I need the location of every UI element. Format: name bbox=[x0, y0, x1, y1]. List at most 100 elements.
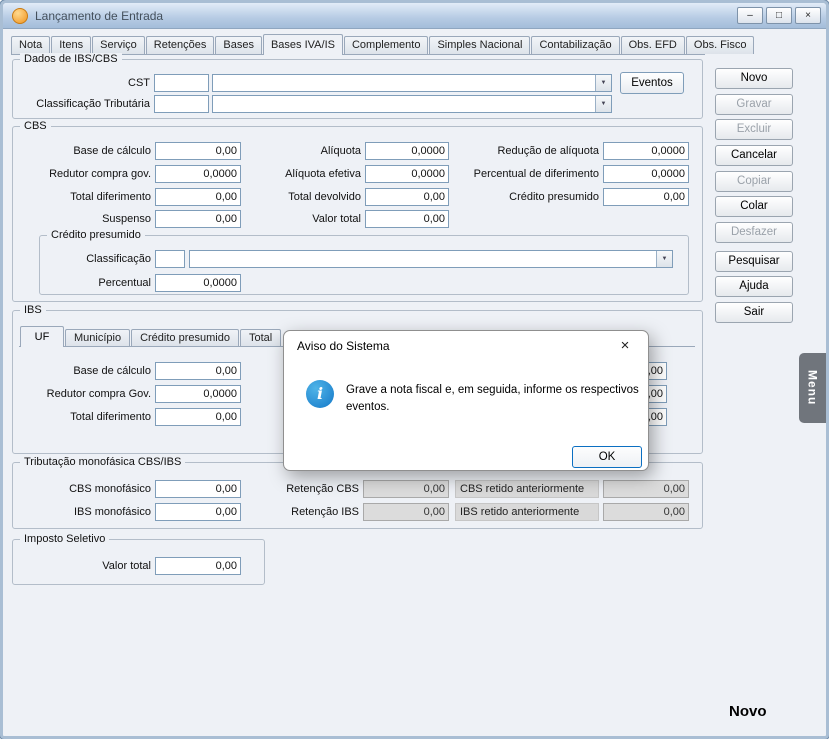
cbs-suspenso-input[interactable]: 0,00 bbox=[155, 210, 241, 228]
cbs-suspenso-label: Suspenso bbox=[23, 210, 151, 228]
tab-complemento[interactable]: Complemento bbox=[344, 36, 428, 54]
retencao-cbs-input[interactable]: 0,00 bbox=[363, 480, 449, 498]
desfazer-button[interactable]: Desfazer bbox=[715, 222, 793, 243]
ok-button[interactable]: OK bbox=[572, 446, 642, 468]
cbs-base-de-calculo-input[interactable]: 0,00 bbox=[155, 142, 241, 160]
cbs-aliquota-label: Alíquota bbox=[245, 142, 361, 160]
tab-bases-iva-is[interactable]: Bases IVA/IS bbox=[263, 34, 343, 55]
close-icon[interactable]: × bbox=[795, 7, 821, 24]
cbs-retido-anteriormente-input[interactable]: 0,00 bbox=[603, 480, 689, 498]
ibs-tab-total[interactable]: Total bbox=[240, 329, 281, 347]
retencao-cbs-label: Retenção CBS bbox=[255, 480, 359, 498]
ibs-redutor-compra-gov-label: Redutor compra Gov. bbox=[23, 385, 151, 403]
group-cbs-legend: CBS bbox=[20, 120, 51, 133]
cbs-percentual-diferimento-input[interactable]: 0,0000 bbox=[603, 165, 689, 183]
classificacao-tributaria-combobox[interactable]: ▼ bbox=[212, 95, 612, 113]
colar-button[interactable]: Colar bbox=[715, 196, 793, 217]
tab-bar: Nota Itens Serviço Retenções Bases Bases… bbox=[11, 34, 705, 55]
ibs-redutor-compra-gov-input[interactable]: 0,0000 bbox=[155, 385, 241, 403]
cbs-total-diferimento-label: Total diferimento bbox=[23, 188, 151, 206]
cbs-redutor-compra-gov-label: Redutor compra gov. bbox=[23, 165, 151, 183]
cst-code-input[interactable] bbox=[154, 74, 209, 92]
cp-classificacao-code-input[interactable] bbox=[155, 250, 185, 268]
classificacao-tributaria-code-input[interactable] bbox=[154, 95, 209, 113]
info-icon: i bbox=[306, 380, 334, 408]
ibs-tab-bar: Município Crédito presumido Total bbox=[65, 329, 281, 347]
ibs-monofasico-label: IBS monofásico bbox=[23, 503, 151, 521]
ibs-total-diferimento-input[interactable]: 0,00 bbox=[155, 408, 241, 426]
app-window: Lançamento de Entrada – □ × Nota Itens S… bbox=[0, 0, 829, 739]
retencao-ibs-input[interactable]: 0,00 bbox=[363, 503, 449, 521]
ibs-monofasico-input[interactable]: 0,00 bbox=[155, 503, 241, 521]
group-credito-presumido-legend: Crédito presumido bbox=[47, 229, 145, 242]
dialog-message: Grave a nota fiscal e, em seguida, infor… bbox=[346, 382, 658, 415]
ibs-base-de-calculo-label: Base de cálculo bbox=[23, 362, 151, 380]
tab-servico[interactable]: Serviço bbox=[92, 36, 145, 54]
group-dados-legend: Dados de IBS/CBS bbox=[20, 53, 122, 66]
tab-obs-fisco[interactable]: Obs. Fisco bbox=[686, 36, 755, 54]
ibs-tab-municipio[interactable]: Município bbox=[65, 329, 130, 347]
cancelar-button[interactable]: Cancelar bbox=[715, 145, 793, 166]
window-controls: – □ × bbox=[737, 7, 821, 24]
cbs-reducao-aliquota-label: Redução de alíquota bbox=[453, 142, 599, 160]
minimize-icon[interactable]: – bbox=[737, 7, 763, 24]
cbs-reducao-aliquota-input[interactable]: 0,0000 bbox=[603, 142, 689, 160]
ibs-tab-credito-presumido[interactable]: Crédito presumido bbox=[131, 329, 239, 347]
copiar-button[interactable]: Copiar bbox=[715, 171, 793, 192]
window-titlebar[interactable]: Lançamento de Entrada – □ × bbox=[3, 3, 826, 29]
tab-bases[interactable]: Bases bbox=[215, 36, 262, 54]
dialog-title: Aviso do Sistema bbox=[297, 339, 390, 353]
ibs-base-de-calculo-input[interactable]: 0,00 bbox=[155, 362, 241, 380]
cbs-aliquota-efetiva-input[interactable]: 0,0000 bbox=[365, 165, 449, 183]
status-mode-label: Novo bbox=[729, 703, 767, 720]
eventos-button[interactable]: Eventos bbox=[620, 72, 684, 94]
excluir-button[interactable]: Excluir bbox=[715, 119, 793, 140]
cbs-retido-anteriormente-label: CBS retido anteriormente bbox=[455, 480, 599, 498]
cbs-credito-presumido-label: Crédito presumido bbox=[453, 188, 599, 206]
cbs-total-devolvido-input[interactable]: 0,00 bbox=[365, 188, 449, 206]
ajuda-button[interactable]: Ajuda bbox=[715, 276, 793, 297]
group-imposto-seletivo-legend: Imposto Seletivo bbox=[20, 533, 109, 546]
cp-percentual-input[interactable]: 0,0000 bbox=[155, 274, 241, 292]
tab-itens[interactable]: Itens bbox=[51, 36, 91, 54]
seletivo-valor-total-input[interactable]: 0,00 bbox=[155, 557, 241, 575]
dialog-close-icon[interactable]: × bbox=[614, 336, 636, 356]
tab-obs-efd[interactable]: Obs. EFD bbox=[621, 36, 685, 54]
cbs-redutor-compra-gov-input[interactable]: 0,0000 bbox=[155, 165, 241, 183]
tab-contabilizacao[interactable]: Contabilização bbox=[531, 36, 619, 54]
cp-classificacao-combobox[interactable]: ▼ bbox=[189, 250, 673, 268]
pesquisar-button[interactable]: Pesquisar bbox=[715, 251, 793, 272]
group-ibs-legend: IBS bbox=[20, 304, 46, 317]
group-monofasica-legend: Tributação monofásica CBS/IBS bbox=[20, 456, 185, 469]
gravar-button[interactable]: Gravar bbox=[715, 94, 793, 115]
dropdown-arrow-icon[interactable]: ▼ bbox=[595, 75, 611, 91]
dropdown-arrow-icon[interactable]: ▼ bbox=[595, 96, 611, 112]
window-title: Lançamento de Entrada bbox=[35, 3, 163, 29]
cbs-valor-total-input[interactable]: 0,00 bbox=[365, 210, 449, 228]
dropdown-arrow-icon[interactable]: ▼ bbox=[656, 251, 672, 267]
cbs-monofasico-label: CBS monofásico bbox=[23, 480, 151, 498]
novo-button[interactable]: Novo bbox=[715, 68, 793, 89]
cp-classificacao-label: Classificação bbox=[47, 250, 151, 268]
cst-label: CST bbox=[23, 74, 150, 92]
cst-combobox[interactable]: ▼ bbox=[212, 74, 612, 92]
tab-nota[interactable]: Nota bbox=[11, 36, 50, 54]
system-notice-dialog: Aviso do Sistema × i Grave a nota fiscal… bbox=[283, 330, 649, 471]
tab-retencoes[interactable]: Retenções bbox=[146, 36, 215, 54]
cbs-monofasico-input[interactable]: 0,00 bbox=[155, 480, 241, 498]
classificacao-tributaria-label: Classificação Tributária bbox=[23, 95, 150, 113]
ibs-total-diferimento-label: Total diferimento bbox=[23, 408, 151, 426]
cbs-aliquota-input[interactable]: 0,0000 bbox=[365, 142, 449, 160]
seletivo-valor-total-label: Valor total bbox=[23, 557, 151, 575]
cbs-valor-total-label: Valor total bbox=[245, 210, 361, 228]
ibs-tab-uf[interactable]: UF bbox=[20, 326, 64, 347]
cbs-percentual-diferimento-label: Percentual de diferimento bbox=[453, 165, 599, 183]
sair-button[interactable]: Sair bbox=[715, 302, 793, 323]
menu-slide-tab[interactable]: Menu bbox=[799, 353, 826, 423]
tab-simples-nacional[interactable]: Simples Nacional bbox=[429, 36, 530, 54]
ibs-retido-anteriormente-input[interactable]: 0,00 bbox=[603, 503, 689, 521]
cbs-credito-presumido-input[interactable]: 0,00 bbox=[603, 188, 689, 206]
cbs-total-devolvido-label: Total devolvido bbox=[245, 188, 361, 206]
maximize-icon[interactable]: □ bbox=[766, 7, 792, 24]
cbs-total-diferimento-input[interactable]: 0,00 bbox=[155, 188, 241, 206]
